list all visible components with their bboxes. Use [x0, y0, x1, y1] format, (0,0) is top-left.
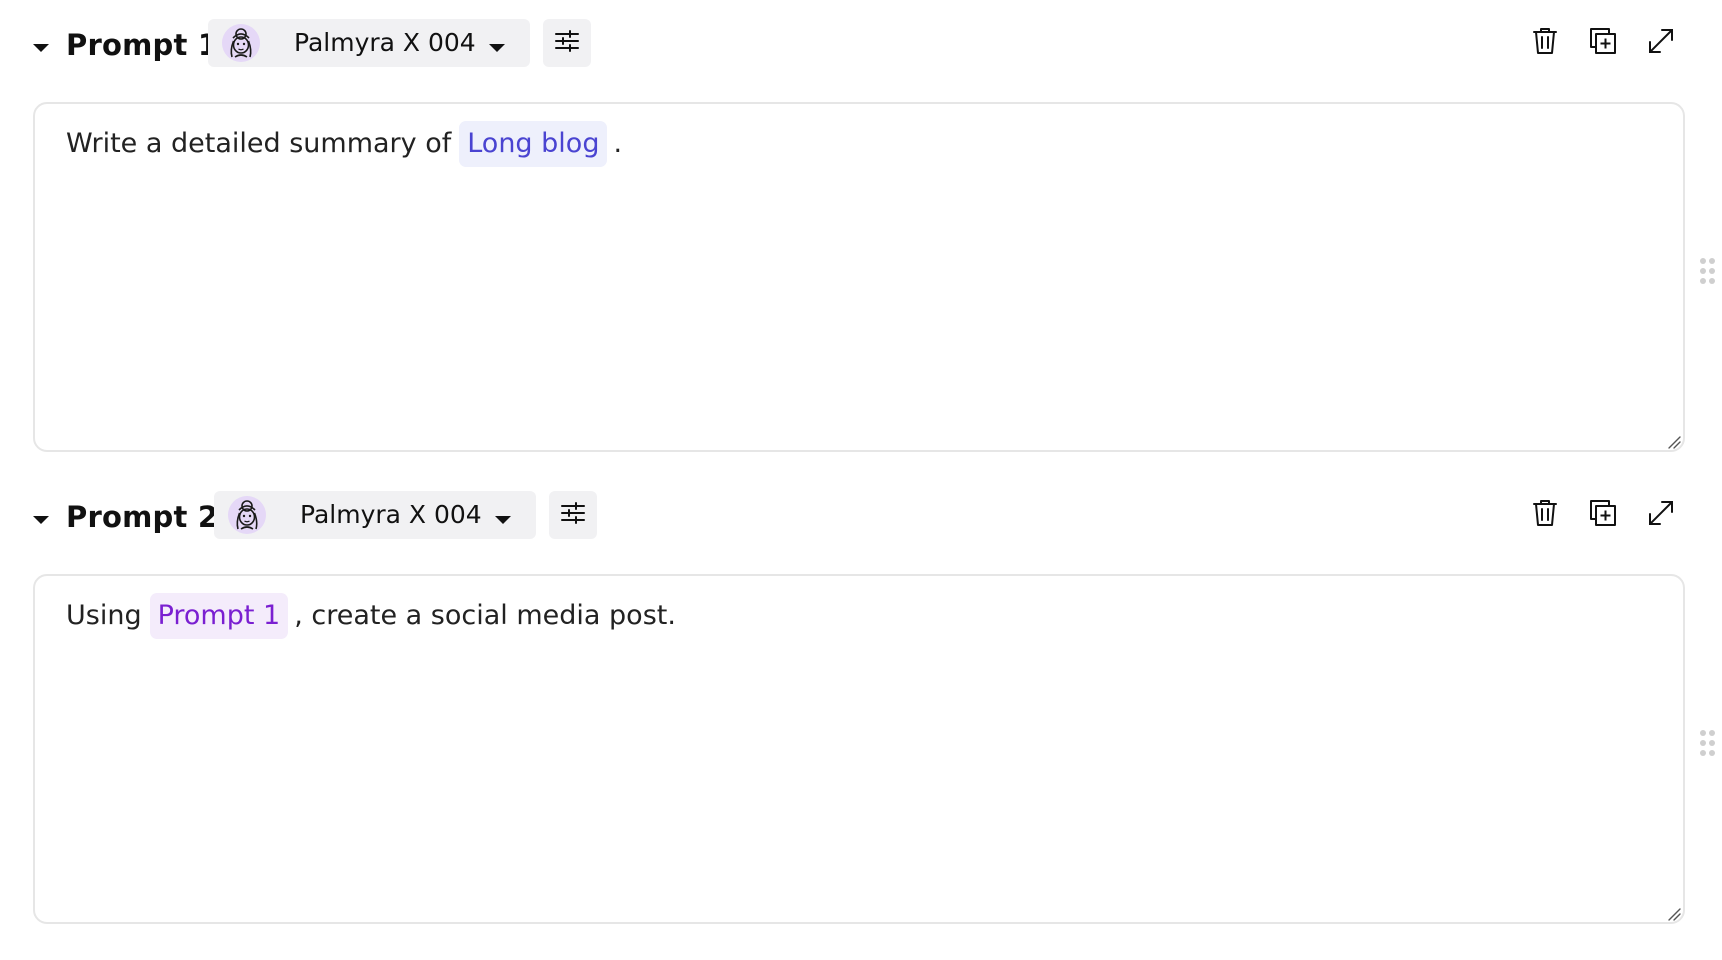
duplicate-icon: [1589, 27, 1617, 59]
variable-chip[interactable]: Long blog: [459, 121, 608, 167]
resize-grip-icon[interactable]: [1667, 434, 1681, 449]
prompt-text-before: Write a detailed summary of: [66, 128, 452, 159]
model-name: Palmyra X 004: [300, 500, 482, 529]
duplicate-button[interactable]: [1586, 26, 1620, 60]
caret-down-icon[interactable]: [30, 512, 52, 528]
chevron-down-icon: [494, 510, 512, 524]
prompt-reference-chip[interactable]: Prompt 1: [149, 593, 289, 639]
prompt-text-before: Using: [66, 600, 142, 631]
prompt-header: Prompt 1 Palmyra X 004: [0, 0, 1722, 88]
prompt-title: Prompt 2: [66, 500, 219, 534]
prompt-title: Prompt 1: [66, 28, 219, 62]
prompt-editor[interactable]: Using Prompt 1 , create a social media p…: [33, 574, 1685, 924]
trash-icon: [1532, 499, 1558, 531]
prompt-text: Write a detailed summary of Long blog .: [66, 120, 622, 168]
drag-handle-icon[interactable]: [1700, 730, 1716, 758]
model-settings-button[interactable]: [549, 491, 597, 539]
expand-icon: [1647, 499, 1675, 531]
duplicate-icon: [1589, 499, 1617, 531]
prompt-editor[interactable]: Write a detailed summary of Long blog .: [33, 102, 1685, 452]
expand-button[interactable]: [1644, 26, 1678, 60]
delete-button[interactable]: [1528, 498, 1562, 532]
resize-grip-icon[interactable]: [1667, 906, 1681, 921]
model-select[interactable]: Palmyra X 004: [214, 491, 536, 539]
sliders-icon: [561, 502, 585, 528]
prompt-text-after: .: [613, 128, 623, 159]
trash-icon: [1532, 27, 1558, 59]
expand-button[interactable]: [1644, 498, 1678, 532]
sliders-icon: [555, 30, 579, 56]
model-settings-button[interactable]: [543, 19, 591, 67]
prompt-text-after: , create a social media post.: [294, 600, 676, 631]
prompt-header: Prompt 2 Palmyra X 004: [0, 472, 1722, 560]
prompt-text: Using Prompt 1 , create a social media p…: [66, 592, 676, 640]
chevron-down-icon: [488, 38, 506, 52]
expand-icon: [1647, 27, 1675, 59]
model-avatar-icon: [228, 496, 266, 534]
delete-button[interactable]: [1528, 26, 1562, 60]
caret-down-icon[interactable]: [30, 40, 52, 56]
duplicate-button[interactable]: [1586, 498, 1620, 532]
drag-handle-icon[interactable]: [1700, 258, 1716, 286]
model-select[interactable]: Palmyra X 004: [208, 19, 530, 67]
model-avatar-icon: [222, 24, 260, 62]
model-name: Palmyra X 004: [294, 28, 476, 57]
